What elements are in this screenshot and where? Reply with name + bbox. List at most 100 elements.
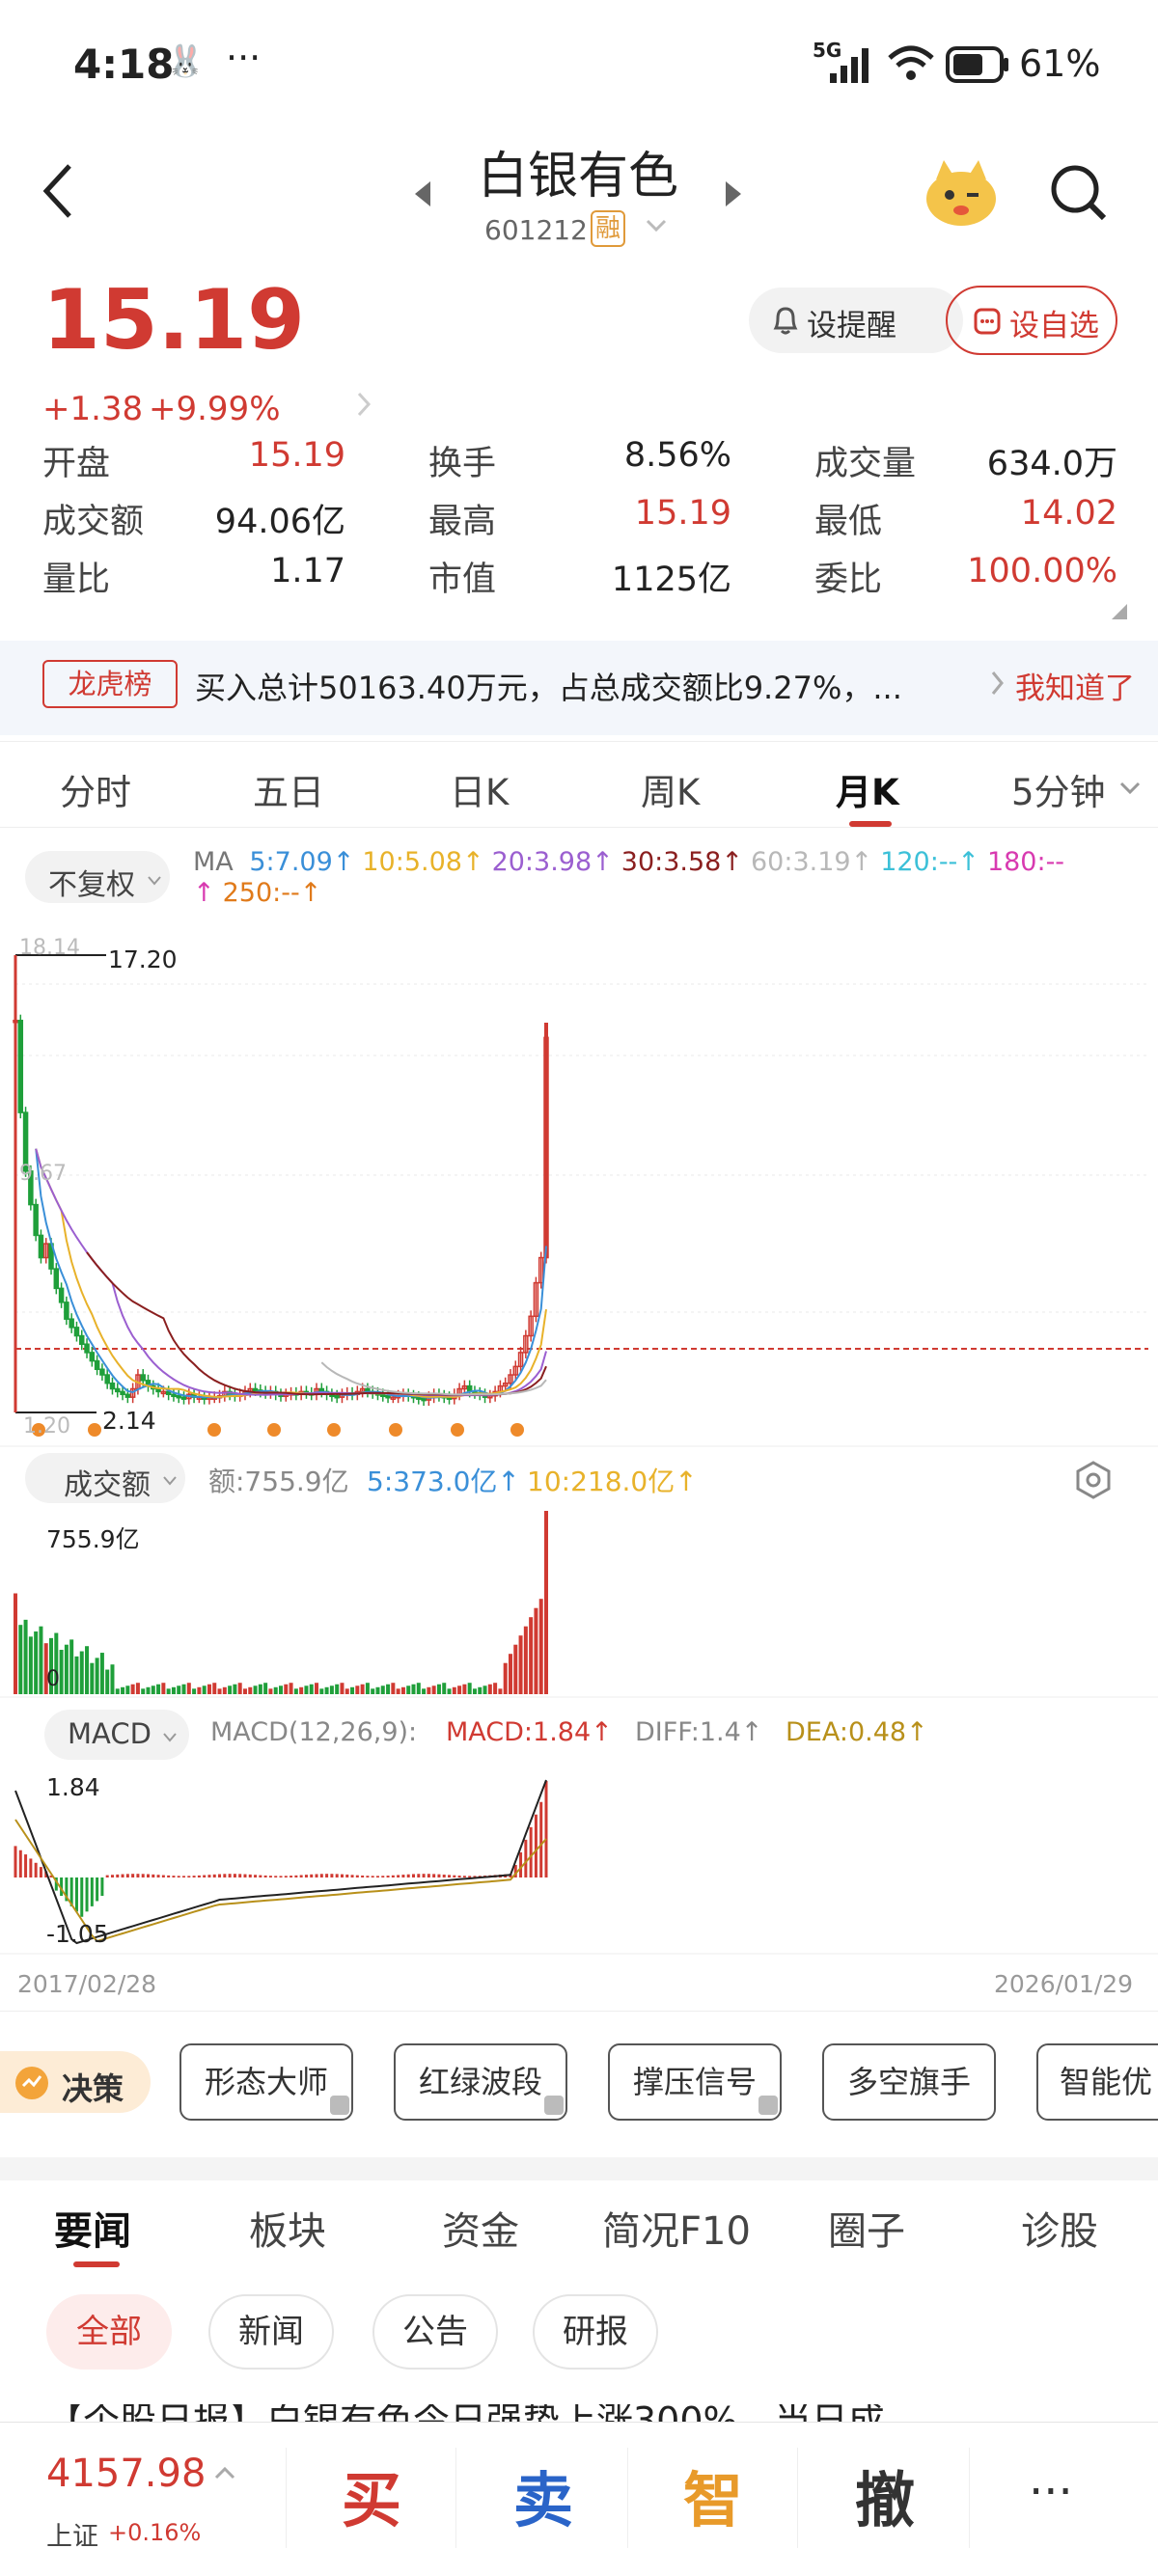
filter-research[interactable]: 研报	[533, 2294, 658, 2370]
chevron-down-icon[interactable]	[645, 218, 668, 237]
volume-bar	[95, 1658, 99, 1694]
volume-bar	[284, 1684, 289, 1694]
event-dot	[327, 1423, 341, 1437]
macd-selector[interactable]: MACD	[44, 1710, 189, 1760]
expand-corner-icon[interactable]	[1110, 602, 1129, 625]
news-headline[interactable]: 【个股日报】白银有色今日强势上涨300%，当日成	[46, 2404, 1127, 2422]
tab-weekly-k[interactable]: 周K	[641, 763, 700, 815]
decision-button[interactable]: 决策	[0, 2051, 151, 2113]
event-dot	[267, 1423, 281, 1437]
adjust-selector[interactable]: 不复权	[25, 851, 170, 903]
news-tab-f10[interactable]: 简况F10	[602, 2200, 751, 2256]
axis-bottom-label: 1.20	[23, 1414, 70, 1439]
stat-value: 15.19	[248, 436, 345, 475]
tab-monthly-k[interactable]: 月K	[836, 763, 899, 815]
active-tab-indicator	[849, 821, 892, 827]
tool-bull-bear-flag[interactable]: 多空旗手	[822, 2043, 996, 2121]
volume-chart[interactable]	[0, 1505, 1158, 1698]
news-tab-funds[interactable]: 资金	[442, 2200, 519, 2256]
volume-bar	[273, 1686, 278, 1694]
ma-item: 120:--↑	[880, 847, 979, 877]
stat-label: 量比	[42, 561, 111, 599]
candle	[171, 1393, 177, 1398]
set-alert-button[interactable]: 设提醒	[749, 288, 963, 353]
filter-all[interactable]: 全部	[46, 2294, 172, 2370]
candle	[17, 1019, 24, 1113]
tool-pattern-master[interactable]: 形态大师	[179, 2043, 353, 2121]
dragon-tiger-banner[interactable]: 龙虎榜 买入总计50163.40万元，占总成交额比9.27%，... 我知道了	[0, 641, 1158, 735]
volume-bar	[28, 1636, 33, 1694]
volume-bar	[523, 1626, 528, 1694]
ma-item: 10:5.08↑	[362, 847, 484, 877]
divider	[0, 2011, 1158, 2012]
dismiss-banner-button[interactable]: 我知道了	[1015, 664, 1135, 707]
next-stock-icon[interactable]	[722, 179, 745, 212]
add-watchlist-button[interactable]: 设自选	[946, 286, 1117, 355]
chevron-down-icon[interactable]	[1119, 781, 1141, 799]
tab-five-day[interactable]: 五日	[253, 763, 324, 815]
candle	[69, 1318, 74, 1329]
candle	[89, 1352, 96, 1362]
lock-icon	[758, 2096, 778, 2115]
tab-intraday[interactable]: 分时	[60, 763, 131, 815]
volume-bar	[345, 1688, 349, 1694]
more-icon[interactable]: ···	[1029, 2465, 1073, 2519]
volume-bar	[472, 1688, 477, 1694]
candle	[180, 1396, 187, 1400]
volume-bar	[427, 1686, 431, 1694]
chart-period-tabs: 分时 五日 日K 周K 月K 5分钟	[0, 741, 1158, 828]
tool-support-pressure[interactable]: 撑压信号	[608, 2043, 782, 2121]
tab-daily-k[interactable]: 日K	[450, 763, 509, 815]
sell-button[interactable]: 卖	[513, 2452, 573, 2538]
tool-red-green-wave[interactable]: 红绿波段	[394, 2043, 567, 2121]
stat-label: 成交额	[42, 503, 145, 541]
volume-bar	[105, 1669, 110, 1694]
ma-item: 30:3.58↑	[620, 847, 743, 877]
signal-icon	[828, 46, 874, 95]
cancel-order-button[interactable]: 撤	[855, 2452, 915, 2538]
tool-red-green-wave-label: 红绿波段	[418, 2064, 542, 2100]
buy-button[interactable]: 买	[342, 2452, 401, 2538]
news-tab-headlines[interactable]: 要闻	[54, 2200, 131, 2256]
stat-label: 换手	[428, 445, 497, 483]
volume-bar	[85, 1646, 90, 1694]
back-icon[interactable]	[39, 162, 77, 224]
volume-bar	[217, 1688, 222, 1694]
mascot-icon[interactable]	[923, 154, 1000, 235]
tool-smart[interactable]: 智能优	[1036, 2043, 1158, 2121]
macd-chart[interactable]	[0, 1762, 1158, 1955]
volume-bar	[23, 1619, 28, 1694]
volume-bar	[360, 1684, 365, 1694]
volume-bar	[529, 1617, 534, 1694]
news-tab-circle[interactable]: 圈子	[828, 2200, 905, 2256]
filter-announcements[interactable]: 公告	[372, 2294, 498, 2370]
volume-bar	[181, 1684, 186, 1694]
news-tab-sector[interactable]: 板块	[249, 2200, 326, 2256]
candle	[165, 1390, 172, 1396]
filter-news[interactable]: 新闻	[208, 2294, 334, 2370]
volume-bar	[177, 1685, 181, 1694]
volume-bar	[467, 1683, 472, 1694]
tab-five-minute[interactable]: 5分钟	[1011, 763, 1106, 815]
volume-bar	[442, 1683, 447, 1694]
volume-bar	[289, 1683, 293, 1694]
low-marker-label: 2.14	[102, 1407, 156, 1435]
active-news-indicator	[73, 2261, 120, 2267]
margin-badge: 融	[591, 210, 625, 247]
volume-bar	[141, 1688, 146, 1694]
smart-button[interactable]: 智	[683, 2452, 743, 2538]
volume-bar	[268, 1688, 273, 1694]
candle	[94, 1359, 100, 1371]
kline-chart[interactable]	[0, 926, 1158, 1447]
volume-bar	[386, 1684, 391, 1694]
stat-value: 15.19	[634, 494, 731, 533]
volume-selector[interactable]: 成交额	[25, 1453, 185, 1503]
chevron-right-icon[interactable]	[355, 390, 374, 423]
news-tab-diagnosis[interactable]: 诊股	[1021, 2200, 1098, 2256]
volume-total: 额:755.9亿	[208, 1466, 349, 1497]
search-icon[interactable]	[1048, 162, 1110, 228]
prev-stock-icon[interactable]	[411, 179, 434, 212]
candle	[334, 1394, 340, 1399]
index-widget[interactable]: 4157.98 上证 +0.16%	[0, 2423, 280, 2576]
settings-hexagon-icon[interactable]	[1075, 1461, 1112, 1503]
